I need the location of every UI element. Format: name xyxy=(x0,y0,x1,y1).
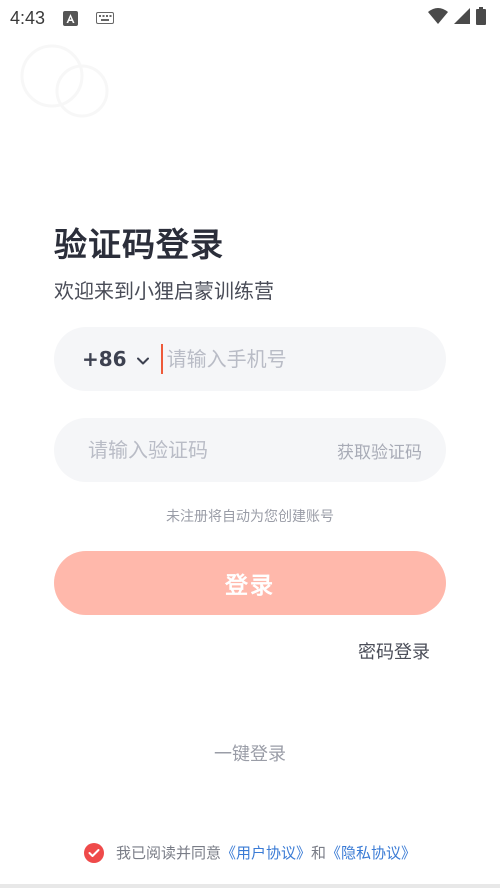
agreement-checkbox[interactable] xyxy=(83,842,104,863)
agreement-row: 我已阅读并同意 《用户协议》 和 《隐私协议》 xyxy=(0,842,500,863)
wifi-icon xyxy=(428,8,448,28)
keyboard-icon xyxy=(96,12,115,24)
agreement-prefix: 我已阅读并同意 xyxy=(115,844,221,862)
one-key-login-link[interactable]: 一键登录 xyxy=(0,740,500,766)
status-bar: 4:43 xyxy=(0,0,500,36)
phone-input[interactable] xyxy=(166,347,446,371)
text-cursor xyxy=(160,344,163,374)
user-agreement-link[interactable]: 《用户协议》 xyxy=(221,842,311,863)
register-hint: 未注册将自动为您创建账号 xyxy=(166,509,334,525)
code-input[interactable] xyxy=(88,438,337,462)
battery-icon xyxy=(476,7,486,29)
check-icon xyxy=(88,848,100,857)
status-time: 4:43 xyxy=(10,7,46,28)
page-subtitle: 欢迎来到小狸启蒙训练营 xyxy=(54,279,274,303)
login-button[interactable]: 登录 xyxy=(54,551,446,615)
code-field[interactable]: 获取验证码 xyxy=(54,418,446,482)
page-title: 验证码登录 xyxy=(54,225,224,264)
country-code-selector[interactable]: +86 xyxy=(82,347,149,371)
signal-icon xyxy=(454,8,470,28)
agreement-and: 和 xyxy=(311,844,327,862)
background-decoration xyxy=(12,36,122,126)
get-code-button[interactable]: 获取验证码 xyxy=(337,438,422,463)
country-code: +86 xyxy=(82,347,127,371)
password-login-link[interactable]: 密码登录 xyxy=(358,638,430,664)
status-right xyxy=(428,7,486,29)
privacy-agreement-link[interactable]: 《隐私协议》 xyxy=(326,842,416,863)
bottom-edge xyxy=(0,884,500,888)
font-a-icon xyxy=(63,10,79,26)
phone-field[interactable]: +86 xyxy=(54,327,446,391)
chevron-down-icon xyxy=(136,350,149,369)
status-left: 4:43 xyxy=(10,7,115,29)
